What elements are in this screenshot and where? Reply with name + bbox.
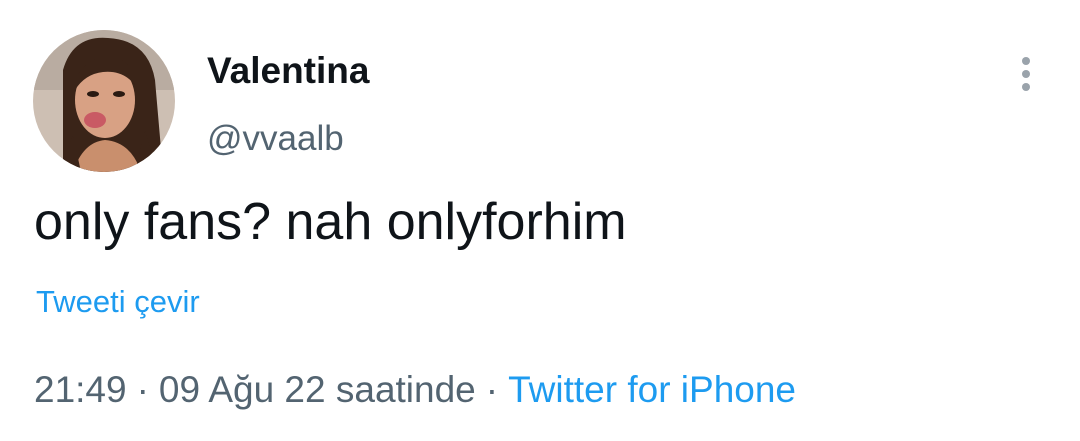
more-vertical-icon[interactable] bbox=[1012, 54, 1040, 94]
tweet-date[interactable]: 09 Ağu 22 saatinde bbox=[159, 369, 476, 410]
meta-separator: · bbox=[485, 369, 499, 410]
meta-separator: · bbox=[136, 369, 149, 410]
more-dots-glyph bbox=[1022, 57, 1030, 91]
avatar-photo bbox=[33, 30, 175, 172]
tweet-source-link[interactable]: Twitter for iPhone bbox=[508, 369, 796, 410]
tweet-time[interactable]: 21:49 bbox=[34, 369, 127, 410]
avatar[interactable] bbox=[33, 30, 175, 172]
author-handle[interactable]: @vvaalb bbox=[207, 118, 344, 160]
translate-tweet-link[interactable]: Tweeti çevir bbox=[36, 283, 200, 321]
tweet-text: only fans? nah onlyforhim bbox=[34, 193, 627, 251]
author-display-name[interactable]: Valentina bbox=[207, 49, 369, 93]
tweet-meta: 21:49 · 09 Ağu 22 saatinde · Twitter for iPh… bbox=[34, 367, 796, 413]
